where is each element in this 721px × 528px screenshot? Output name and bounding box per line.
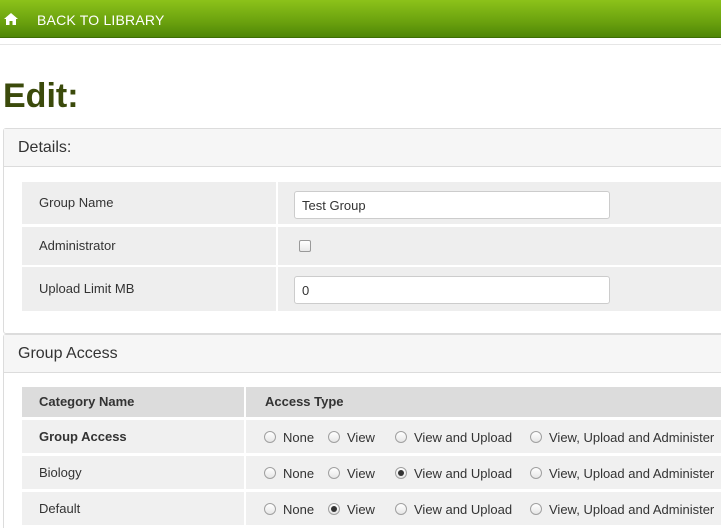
access-option-label: View <box>347 429 375 445</box>
radio-button[interactable] <box>264 467 276 479</box>
administrator-cell <box>278 227 721 265</box>
home-icon[interactable] <box>4 13 18 25</box>
divider <box>0 44 721 45</box>
radio-button[interactable] <box>264 431 276 443</box>
upload-limit-label: Upload Limit MB <box>22 267 276 311</box>
upload-limit-cell <box>278 267 721 311</box>
radio-button[interactable] <box>395 467 407 479</box>
table-row: Biology None View View and Upload View, Uplo… <box>22 456 721 489</box>
access-option[interactable]: View, Upload and Administer <box>530 429 714 445</box>
upload-limit-row: Upload Limit MB <box>22 267 721 311</box>
table-row: Default None View View and Upload View, Uplo… <box>22 492 721 525</box>
access-option[interactable]: None <box>264 465 314 481</box>
access-option[interactable]: None <box>264 501 314 517</box>
category-name-cell: Group Access <box>22 420 244 453</box>
access-option-label: View, Upload and Administer <box>549 429 715 445</box>
category-name-cell: Biology <box>22 456 244 489</box>
access-option-label: View <box>347 465 375 481</box>
access-option[interactable]: View and Upload <box>395 465 512 481</box>
column-header-category-name: Category Name <box>22 387 244 417</box>
access-type-cell: None View View and Upload View, Upload and … <box>246 456 721 489</box>
group-access-panel: Group Access Category Name Access Type G… <box>3 334 721 528</box>
category-name-cell: Default <box>22 492 244 525</box>
access-option-label: View, Upload and Administer <box>549 501 715 517</box>
group-name-row: Group Name <box>22 182 721 224</box>
page-title: Edit: <box>3 77 79 115</box>
administrator-row: Administrator <box>22 227 721 265</box>
upload-limit-input[interactable] <box>294 276 610 304</box>
access-type-cell: None View View and Upload View, Upload and … <box>246 420 721 453</box>
radio-button[interactable] <box>395 431 407 443</box>
access-type-cell: None View View and Upload View, Upload and … <box>246 492 721 525</box>
radio-button[interactable] <box>530 467 542 479</box>
access-option-label: None <box>283 429 315 445</box>
table-row: Group Access None View View and Upload View,… <box>22 420 721 453</box>
details-panel: Details: Group Name Administrator Upload… <box>3 128 721 334</box>
access-option-label: View and Upload <box>414 501 513 517</box>
radio-button[interactable] <box>264 503 276 515</box>
access-option[interactable]: View, Upload and Administer <box>530 501 714 517</box>
group-name-label: Group Name <box>22 182 276 224</box>
radio-button[interactable] <box>395 503 407 515</box>
access-option[interactable]: View <box>328 429 375 445</box>
back-to-library-link[interactable]: BACK TO LIBRARY <box>37 12 165 28</box>
radio-button[interactable] <box>328 467 340 479</box>
radio-button[interactable] <box>328 431 340 443</box>
access-option[interactable]: View <box>328 465 375 481</box>
radio-button[interactable] <box>530 431 542 443</box>
radio-button[interactable] <box>530 503 542 515</box>
access-option-label: None <box>283 501 315 517</box>
group-name-cell <box>278 182 721 224</box>
access-option-label: View <box>347 501 375 517</box>
access-option[interactable]: None <box>264 429 314 445</box>
access-option-label: View and Upload <box>414 465 513 481</box>
group-access-heading: Group Access <box>4 335 721 373</box>
column-header-access-type: Access Type <box>246 387 721 417</box>
administrator-checkbox[interactable] <box>299 240 311 252</box>
administrator-label: Administrator <box>22 227 276 265</box>
access-table-header: Category Name Access Type <box>22 387 721 417</box>
access-option[interactable]: View, Upload and Administer <box>530 465 714 481</box>
group-name-input[interactable] <box>294 191 610 219</box>
access-option-label: None <box>283 465 315 481</box>
access-option[interactable]: View and Upload <box>395 501 512 517</box>
details-heading: Details: <box>4 129 721 167</box>
radio-button[interactable] <box>328 503 340 515</box>
access-option[interactable]: View and Upload <box>395 429 512 445</box>
top-navigation-bar: BACK TO LIBRARY <box>0 0 721 38</box>
access-option[interactable]: View <box>328 501 375 517</box>
access-option-label: View, Upload and Administer <box>549 465 715 481</box>
access-option-label: View and Upload <box>414 429 513 445</box>
